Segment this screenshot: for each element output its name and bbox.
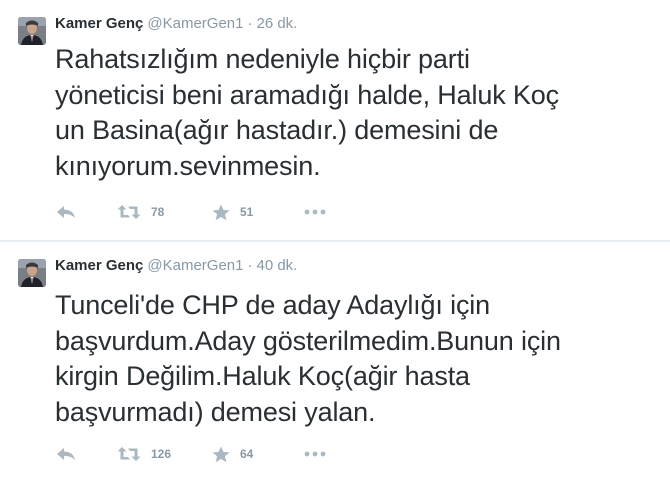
more-button[interactable]	[304, 200, 326, 224]
reply-icon	[55, 446, 77, 462]
retweet-button[interactable]: 78	[117, 200, 164, 224]
fullname[interactable]: Kamer Genç	[55, 257, 143, 274]
tweet[interactable]: Kamer Genç @KamerGen1 · 26 dk. Rahatsızlığı…	[0, 0, 670, 240]
star-icon	[212, 446, 230, 463]
tweet-actions: 126 64	[55, 442, 395, 466]
username[interactable]: @KamerGen1	[147, 257, 243, 274]
avatar[interactable]	[18, 259, 46, 287]
separator: ·	[247, 257, 253, 274]
more-icon	[304, 209, 326, 215]
favorite-button[interactable]: 64	[212, 442, 253, 466]
timestamp[interactable]: 40 dk.	[256, 257, 297, 274]
retweet-count: 126	[151, 447, 172, 461]
favorite-count: 51	[240, 205, 254, 219]
separator: ·	[247, 15, 253, 32]
retweet-icon	[117, 446, 141, 462]
retweet-button[interactable]: 126	[117, 442, 171, 466]
tweet-text: Tunceli'de CHP de aday Adaylığı için baş…	[55, 290, 561, 427]
timestamp[interactable]: 26 dk.	[256, 15, 297, 32]
favorite-button[interactable]: 51	[212, 200, 253, 224]
reply-button[interactable]	[55, 442, 77, 466]
retweet-count: 78	[151, 205, 165, 219]
tweet-text: Rahatsızlığım nedeniyle hiçbir parti yön…	[55, 44, 559, 181]
more-icon	[304, 451, 326, 457]
retweet-icon	[117, 204, 141, 220]
tweet-actions: 78 51	[55, 200, 395, 224]
more-button[interactable]	[304, 442, 326, 466]
fullname[interactable]: Kamer Genç	[55, 15, 143, 32]
tweet-header: Kamer Genç @KamerGen1 · 40 dk.	[55, 256, 297, 276]
username[interactable]: @KamerGen1	[147, 15, 243, 32]
avatar[interactable]	[18, 17, 46, 45]
favorite-count: 64	[240, 447, 254, 461]
tweet[interactable]: Kamer Genç @KamerGen1 · 40 dk. Tunceli'de C…	[0, 242, 670, 483]
tweet-header: Kamer Genç @KamerGen1 · 26 dk.	[55, 14, 297, 34]
reply-button[interactable]	[55, 200, 77, 224]
reply-icon	[55, 204, 77, 220]
star-icon	[212, 204, 230, 221]
